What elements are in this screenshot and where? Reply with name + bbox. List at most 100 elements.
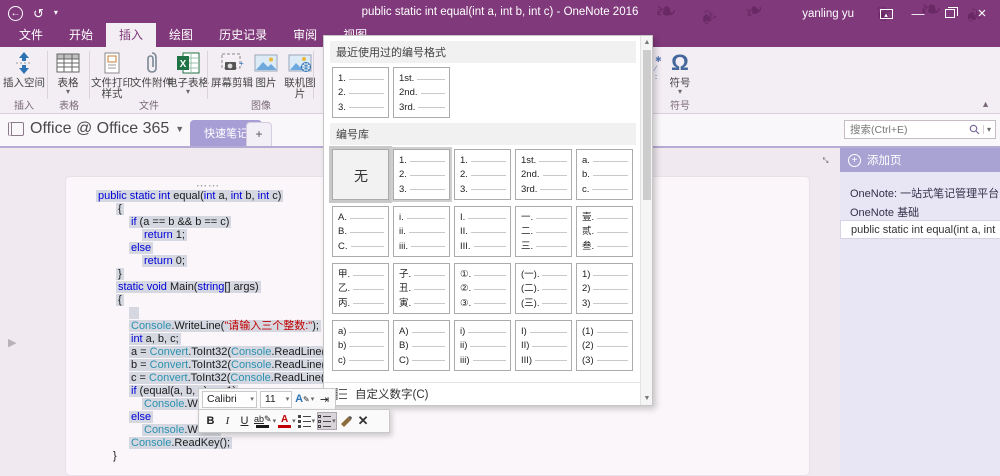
page-list-item[interactable]: OneNote 基础 (840, 201, 1000, 220)
expand-page-list-icon[interactable]: ↔ (817, 149, 840, 172)
recent-formats-header: 最近使用过的编号格式 (330, 41, 636, 63)
table-button[interactable]: 表格 ▾ (48, 50, 88, 96)
notebook-icon (8, 122, 24, 136)
numbering-option[interactable]: I. II. III. (454, 206, 511, 257)
screen-clipping-button[interactable]: + 屏幕剪辑 (210, 50, 254, 89)
numbering-option[interactable]: a) b) c) (332, 320, 389, 371)
scroll-down-icon[interactable]: ▼ (641, 392, 653, 405)
mini-toolbar-row2: B I U ab✎ ▾ A ▾ ▾ ▾ ✕ (198, 409, 390, 433)
numbering-option[interactable]: i. ii. iii. (393, 206, 450, 257)
file-printout-button[interactable]: 文件打印样式 (90, 50, 134, 100)
paperclip-icon (145, 50, 159, 76)
user-name[interactable]: yanling yu (802, 8, 854, 20)
numbering-option[interactable]: 子. 丑. 寅. (393, 263, 450, 314)
tab-draw[interactable]: 绘图 (156, 23, 206, 47)
format-painter-button[interactable] (339, 412, 354, 430)
code-line: { (116, 294, 124, 306)
bold-button[interactable]: B (203, 412, 218, 430)
bullets-button[interactable]: ▾ (297, 412, 315, 430)
symbol-button[interactable]: Ω 符号 ▾ (662, 50, 698, 96)
close-button[interactable]: × (968, 3, 996, 25)
text-highlight-button[interactable]: ab✎ ▾ (254, 412, 276, 430)
scroll-up-icon[interactable]: ▲ (641, 36, 653, 49)
group-label-table: 表格 (59, 101, 79, 112)
numbering-option[interactable]: 1. 2. 3. (391, 147, 452, 202)
symbol-dropdown-caret: ▾ (677, 87, 682, 96)
collapse-ribbon-button[interactable]: ▲ (981, 99, 990, 109)
numbering-option[interactable]: 甲. 乙. 丙. (332, 263, 389, 314)
spreadsheet-dropdown-caret: ▾ (185, 87, 190, 96)
scrollbar-thumb[interactable] (643, 50, 651, 200)
font-size-combo[interactable]: 11 ▾ (259, 390, 293, 408)
page-list-item[interactable]: OneNote: 一站式笔记管理平台 (840, 182, 1000, 201)
group-label-files: 文件 (139, 101, 159, 112)
recent-formats-grid: 1. 2. 3. 1st. 2nd. 3rd. (328, 67, 638, 122)
font-color-button[interactable]: A ▾ (278, 412, 296, 430)
numbering-option[interactable]: 1. 2. 3. (454, 149, 511, 200)
font-name-combo[interactable]: Calibri ▾ (202, 390, 257, 408)
numbering-option[interactable]: i) ii) iii) (454, 320, 511, 371)
minimize-button[interactable]: — (904, 3, 932, 25)
increase-indent-button[interactable]: ⇥ (317, 390, 332, 408)
code-line (96, 307, 338, 320)
customize-numbering-item[interactable]: 自定义数字(C) (324, 382, 640, 405)
tab-history[interactable]: 历史记录 (206, 23, 280, 47)
add-page-button[interactable]: + 添加页 (840, 148, 1000, 172)
code-line: Console.ReadKey(); (129, 437, 233, 449)
restore-button[interactable] (936, 3, 964, 25)
search-scope-caret[interactable]: ▾ (982, 125, 991, 134)
code-line: } (113, 450, 117, 462)
new-section-tab[interactable]: + (246, 122, 272, 146)
numbering-option[interactable]: (1) (2) (3) (576, 320, 633, 371)
styles-button[interactable]: A ✎ ▾ (295, 390, 314, 408)
search-input[interactable]: 搜索(Ctrl+E) ▾ (844, 120, 996, 139)
underline-button[interactable]: U (237, 412, 252, 430)
numbering-option[interactable]: A) B) C) (393, 320, 450, 371)
numbering-option-none[interactable]: 无 (329, 146, 392, 203)
dropdown-scrollbar[interactable]: ▲ ▼ (640, 36, 652, 405)
numbering-button[interactable]: ▾ (317, 412, 337, 430)
screen-clipping-icon: + (220, 50, 244, 76)
group-label-images: 图像 (251, 101, 271, 112)
page-list-sidebar: + 添加页 OneNote: 一站式笔记管理平台 OneNote 基础 publ… (840, 148, 1000, 476)
group-label-symbols: 符号 (670, 101, 690, 112)
table-icon (56, 50, 80, 76)
excel-spreadsheet-icon: X (176, 50, 200, 76)
numbering-option[interactable]: a. b. c. (576, 149, 633, 200)
onenote-window: ❧ ❦ ❧ ❦ ❧ ❦ ← ↺ ▾ public static int equa… (0, 0, 1000, 476)
italic-button[interactable]: I (220, 412, 235, 430)
ribbon-display-options-button[interactable]: ▴ (872, 3, 900, 25)
numbering-option[interactable]: 1) 2) 3) (576, 263, 633, 314)
tab-home[interactable]: 开始 (56, 23, 106, 47)
group-label-insert: 插入 (14, 101, 34, 112)
code-line: } (116, 268, 124, 280)
paragraph-handle[interactable]: ▶ (8, 336, 16, 349)
picture-icon (254, 50, 278, 76)
tab-file[interactable]: 文件 (6, 23, 56, 47)
numbering-option[interactable]: I) II) III) (515, 320, 572, 371)
search-icon[interactable] (969, 124, 980, 135)
code-line: { (116, 203, 124, 215)
online-picture-icon (288, 50, 312, 76)
numbering-option[interactable]: ①. ②. ③. (454, 263, 511, 314)
search-placeholder: 搜索(Ctrl+E) (850, 124, 908, 136)
numbering-option[interactable]: 壹. 贰. 叁. (576, 206, 633, 257)
file-printout-icon (103, 50, 121, 76)
svg-text:X: X (180, 59, 187, 70)
numbering-option[interactable]: 1st. 2nd. 3rd. (515, 149, 572, 200)
code-line: b = Convert.ToInt32(Console.ReadLine()); (129, 359, 338, 371)
numbering-option[interactable]: (一). (二). (三). (515, 263, 572, 314)
page-list-item-selected[interactable]: public static int equal(int a, int (840, 220, 1000, 239)
code-line: else (129, 242, 154, 254)
spreadsheet-button[interactable]: X 电子表格 ▾ (166, 50, 210, 96)
notebook-selector[interactable]: Office @ Office 365 ▼ (8, 120, 184, 138)
tab-insert[interactable]: 插入 (106, 23, 157, 47)
numbering-option[interactable]: A. B. C. (332, 206, 389, 257)
numbering-option[interactable]: 1. 2. 3. (332, 67, 389, 118)
online-pictures-button[interactable]: 联机图片 (280, 50, 320, 100)
numbering-option[interactable]: 1st. 2nd. 3rd. (393, 67, 450, 118)
pictures-button[interactable]: 图片 (250, 50, 282, 89)
insert-space-button[interactable]: 插入空间 (2, 50, 46, 89)
delete-button[interactable]: ✕ (356, 412, 371, 430)
numbering-option[interactable]: 一. 二. 三. (515, 206, 572, 257)
